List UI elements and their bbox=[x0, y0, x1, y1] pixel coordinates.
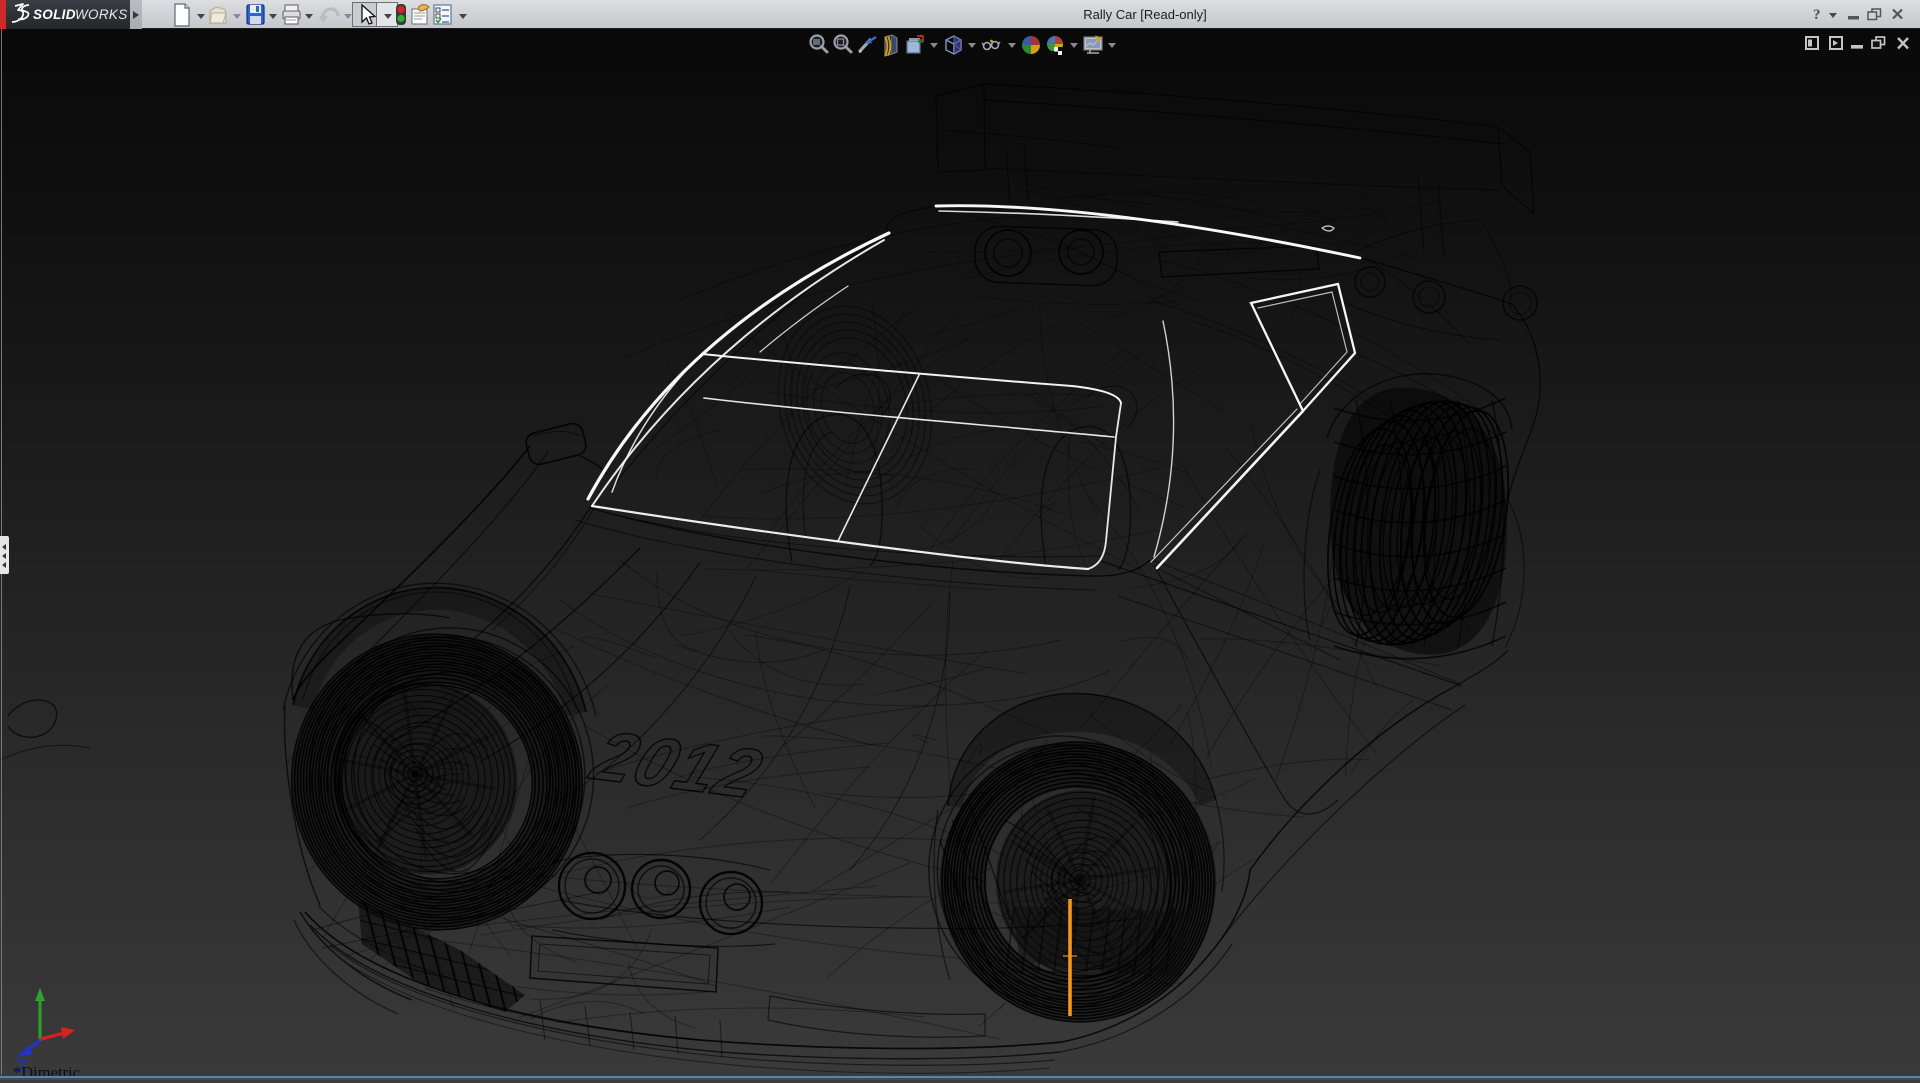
svg-text:2012: 2012 bbox=[580, 718, 773, 813]
svg-text:SOLID: SOLID bbox=[33, 7, 76, 22]
svg-text:?: ? bbox=[1813, 7, 1821, 23]
svg-text:WORKS: WORKS bbox=[75, 7, 128, 22]
